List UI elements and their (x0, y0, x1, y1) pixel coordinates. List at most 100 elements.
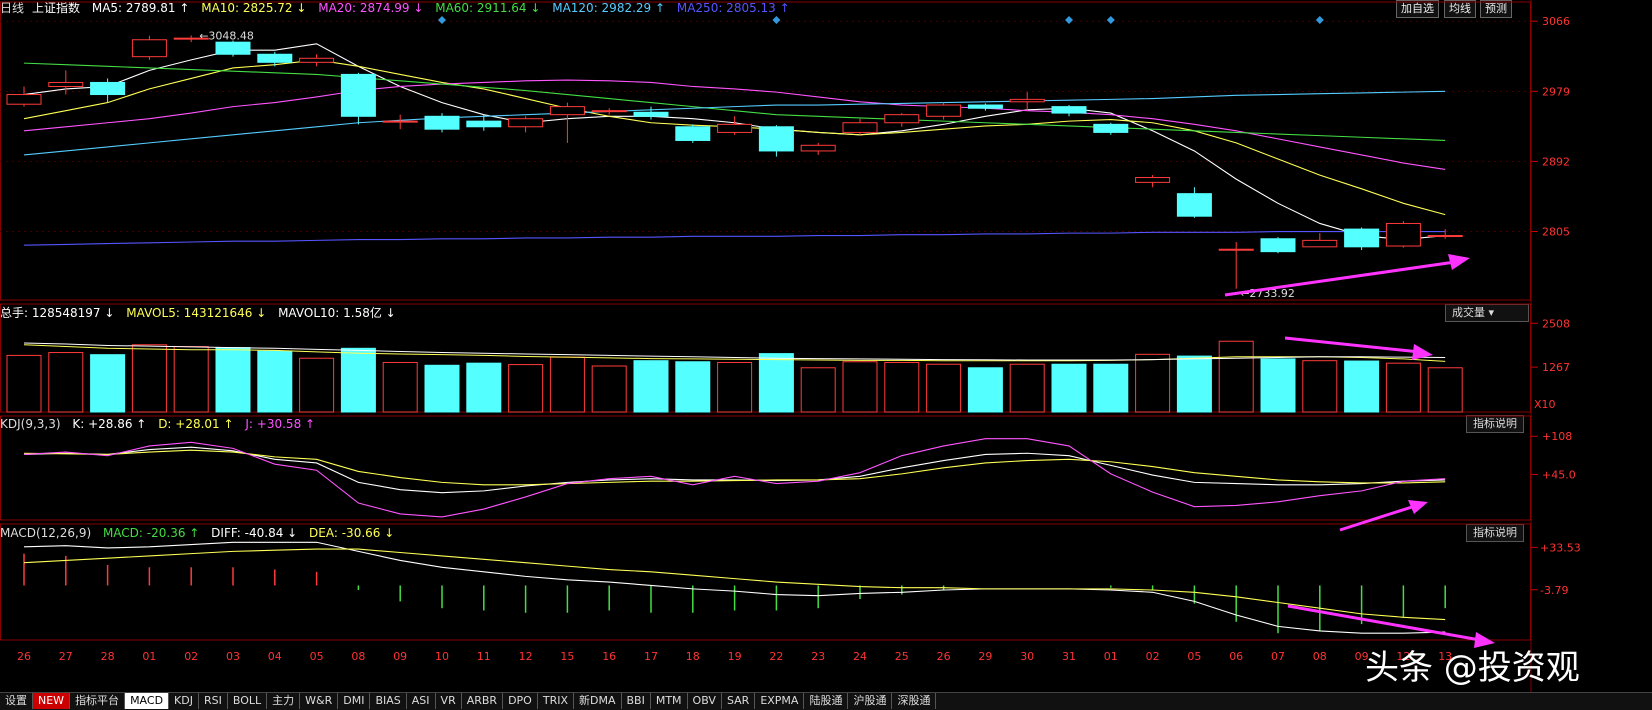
tab-8[interactable]: W&R (300, 693, 339, 709)
candle-body-7 (299, 57, 335, 63)
volume-bar-24 (1009, 363, 1045, 413)
volume-bar-23 (967, 367, 1003, 413)
tab-3[interactable]: MACD (125, 693, 170, 709)
x-tick-label-29: 06 (1229, 650, 1243, 663)
x-tick-label-19: 23 (811, 650, 825, 663)
price-axis-label-1: 2979 (1542, 85, 1570, 98)
tab-19[interactable]: OBV (688, 693, 722, 709)
tab-6[interactable]: BOLL (228, 693, 268, 709)
volume-bar-8 (340, 347, 376, 413)
volume-bar-0 (6, 354, 42, 413)
candle-body-22 (926, 104, 962, 117)
kdj-arrow-line (1339, 504, 1416, 532)
volume-bar-32 (1344, 360, 1380, 413)
x-tick-label-17: 19 (728, 650, 742, 663)
x-tick-label-24: 30 (1020, 650, 1034, 663)
tab-22[interactable]: 陆股通 (804, 693, 849, 709)
vol-arrow-line (1284, 336, 1421, 354)
tab-0[interactable]: 设置 (0, 693, 33, 709)
tab-11[interactable]: ASI (407, 693, 436, 709)
volume-bar-6 (257, 350, 293, 413)
candle-body-17 (717, 123, 753, 133)
x-tick-label-7: 05 (310, 650, 324, 663)
vol-axis-label-1: 1267 (1542, 361, 1570, 374)
candle-body-6 (257, 53, 293, 63)
candle-body-12 (508, 118, 544, 128)
x-tick-label-26: 01 (1104, 650, 1118, 663)
tab-14[interactable]: DPO (503, 693, 538, 709)
x-tick-label-20: 24 (853, 650, 867, 663)
stock-chart: 日线 上证指数 MA5: 2789.81 ↑ MA10: 2825.72 ↓ MA… (0, 0, 1652, 710)
candle-body-29 (1218, 248, 1254, 251)
candle-body-8 (340, 73, 376, 117)
x-tick-label-2: 28 (101, 650, 115, 663)
candle-body-24 (1009, 98, 1045, 103)
tab-21[interactable]: EXPMA (755, 693, 805, 709)
candle-body-13 (549, 106, 585, 116)
tab-23[interactable]: 沪股通 (848, 693, 893, 709)
candle-body-30 (1260, 238, 1296, 253)
volume-bar-21 (884, 361, 920, 413)
macd-axis-label-1: -3.79 (1540, 584, 1568, 597)
tab-5[interactable]: RSI (199, 693, 228, 709)
volume-bar-20 (842, 361, 878, 413)
tab-2[interactable]: 指标平台 (70, 693, 126, 709)
candle-body-27 (1135, 177, 1171, 183)
x-tick-label-23: 29 (978, 650, 992, 663)
tab-20[interactable]: SAR (722, 693, 756, 709)
x-tick-label-12: 12 (519, 650, 533, 663)
volume-bar-1 (48, 352, 84, 413)
x-tick-label-28: 05 (1187, 650, 1201, 663)
volume-bar-15 (633, 360, 669, 413)
tab-12[interactable]: VR (436, 693, 462, 709)
candle-body-3 (131, 39, 167, 58)
candle-body-32 (1344, 228, 1380, 248)
volume-bar-2 (90, 354, 126, 413)
tab-18[interactable]: MTM (651, 693, 688, 709)
event-diamond-1 (772, 16, 781, 24)
volume-bar-13 (549, 356, 585, 413)
macd-arrow-line (1287, 604, 1481, 642)
volume-bar-4 (173, 346, 209, 413)
kdj-k-line (23, 446, 1446, 494)
x-tick-label-27: 02 (1146, 650, 1160, 663)
event-diamond-0 (438, 16, 446, 24)
volume-bar-14 (591, 365, 627, 413)
tab-16[interactable]: 新DMA (574, 693, 622, 709)
tab-9[interactable]: DMI (338, 693, 371, 709)
event-diamond-2 (1065, 16, 1073, 24)
tab-10[interactable]: BIAS (370, 693, 407, 709)
tab-13[interactable]: ARBR (462, 693, 504, 709)
price-arrow-line (1224, 260, 1456, 297)
panel-frame-3 (0, 523, 1531, 641)
watermark: 头条 @投资观 (1365, 648, 1580, 688)
tab-1[interactable]: NEW (33, 693, 71, 709)
x-tick-label-22: 26 (937, 650, 951, 663)
tab-17[interactable]: BBI (622, 693, 651, 709)
candle-body-34 (1427, 235, 1463, 238)
tab-4[interactable]: KDJ (169, 693, 199, 709)
tab-7[interactable]: 主力 (267, 693, 301, 709)
volume-bar-3 (131, 344, 167, 413)
volume-bar-11 (466, 362, 502, 413)
tab-15[interactable]: TRIX (538, 693, 574, 709)
volume-bar-25 (1051, 363, 1087, 413)
x-tick-label-13: 15 (560, 650, 574, 663)
candle-body-19 (800, 144, 836, 152)
candle-body-20 (842, 122, 878, 133)
x-tick-label-11: 11 (477, 650, 491, 663)
x-tick-label-21: 25 (895, 650, 909, 663)
volume-bar-12 (508, 364, 544, 413)
volume-bar-18 (758, 353, 794, 413)
volume-bar-28 (1176, 355, 1212, 413)
candle-body-14 (591, 110, 627, 113)
kdj-axis-label-1: +45.0 (1542, 468, 1576, 481)
price-axis-label-2: 2892 (1542, 155, 1570, 168)
volume-bar-33 (1385, 362, 1421, 413)
x-tick-label-5: 03 (226, 650, 240, 663)
volume-bar-16 (675, 361, 711, 413)
tab-24[interactable]: 深股通 (892, 693, 937, 709)
kdj-j-line (23, 438, 1446, 518)
kdj-axis-label-0: +108 (1542, 430, 1572, 443)
vol-axis-label-0: 2508 (1542, 317, 1570, 330)
